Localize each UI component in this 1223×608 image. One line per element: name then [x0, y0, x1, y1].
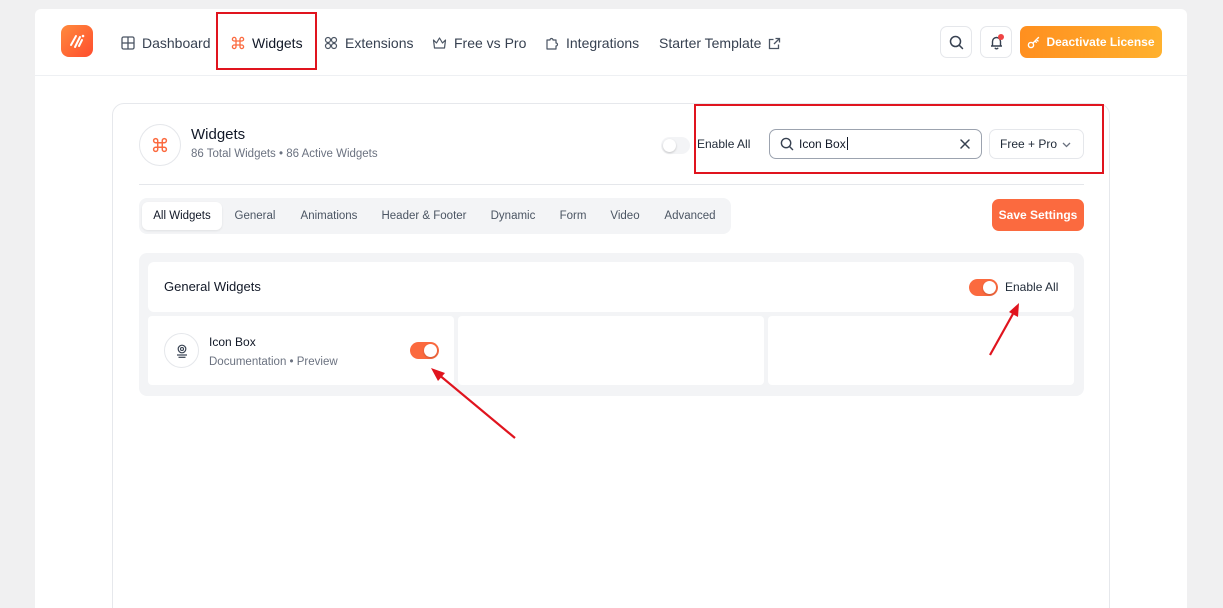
widget-card-icon-box: Icon Box Documentation • Preview [148, 316, 454, 385]
notifications-button[interactable] [980, 26, 1012, 58]
tab-header-footer[interactable]: Header & Footer [373, 202, 475, 230]
header-divider [139, 184, 1084, 185]
toggle-knob [663, 139, 676, 152]
command-icon [152, 137, 168, 153]
tab-advanced[interactable]: Advanced [653, 202, 727, 230]
icon-box-enable-toggle[interactable] [410, 342, 439, 359]
empty-widget-slot [768, 316, 1074, 385]
tab-form[interactable]: Form [549, 202, 597, 230]
annotation-highlight-search-filter [694, 104, 1104, 174]
widget-doc-preview-links[interactable]: Documentation • Preview [209, 356, 338, 368]
icon-box-widget-icon-wrap [164, 333, 199, 368]
widgets-title: Widgets [191, 126, 246, 143]
save-settings-button[interactable]: Save Settings [992, 199, 1084, 231]
nav-dashboard[interactable]: Dashboard [121, 31, 211, 55]
widget-name: Icon Box [209, 335, 256, 349]
notification-dot [998, 34, 1004, 40]
group-enable-all-toggle[interactable] [969, 279, 998, 296]
key-icon [1028, 36, 1040, 48]
grid-icon [121, 36, 135, 50]
nav-dashboard-label: Dashboard [142, 35, 211, 51]
tab-all-widgets[interactable]: All Widgets [142, 202, 222, 230]
nav-starter-template-label: Starter Template [659, 35, 762, 51]
nav-free-vs-pro-label: Free vs Pro [454, 35, 527, 51]
extensions-icon [324, 36, 338, 50]
deactivate-license-button[interactable]: Deactivate License [1020, 26, 1162, 58]
app-shell: Dashboard Widgets Extensions Free vs Pro… [35, 9, 1187, 608]
group-enable-all-label: Enable All [1005, 280, 1059, 294]
brand-logo[interactable] [61, 25, 93, 57]
icon-box-icon [176, 344, 187, 358]
annotation-highlight-widgets-tab [216, 12, 317, 70]
tab-general[interactable]: General [225, 202, 285, 230]
general-widgets-group: General Widgets Enable All Icon Box Docu [139, 253, 1084, 396]
external-link-icon [769, 37, 781, 49]
nav-extensions[interactable]: Extensions [324, 31, 413, 55]
general-widgets-header: General Widgets Enable All [148, 262, 1074, 312]
nav-integrations[interactable]: Integrations [545, 31, 639, 55]
toggle-knob [424, 344, 437, 357]
enable-all-widgets-toggle[interactable] [661, 137, 690, 154]
empty-widget-slot [458, 316, 764, 385]
tab-dynamic[interactable]: Dynamic [479, 202, 547, 230]
logo-icon [70, 34, 85, 48]
nav-free-vs-pro[interactable]: Free vs Pro [432, 31, 526, 55]
nav-starter-template[interactable]: Starter Template [659, 31, 781, 55]
widget-category-tabs: All Widgets General Animations Header & … [139, 198, 731, 234]
search-icon [949, 35, 963, 49]
search-button[interactable] [940, 26, 972, 58]
top-navigation-bar: Dashboard Widgets Extensions Free vs Pro… [35, 9, 1187, 76]
tab-animations[interactable]: Animations [289, 202, 369, 230]
group-title: General Widgets [164, 279, 261, 294]
widgets-header-icon-wrap [139, 124, 181, 166]
tab-video[interactable]: Video [599, 202, 651, 230]
nav-extensions-label: Extensions [345, 35, 414, 51]
puzzle-icon [546, 37, 559, 50]
deactivate-license-label: Deactivate License [1046, 35, 1155, 49]
crown-icon [432, 37, 447, 49]
widgets-count-subtitle: 86 Total Widgets • 86 Active Widgets [191, 148, 378, 160]
nav-integrations-label: Integrations [566, 35, 640, 51]
toggle-knob [983, 281, 996, 294]
widgets-panel: Widgets 86 Total Widgets • 86 Active Wid… [112, 103, 1110, 608]
